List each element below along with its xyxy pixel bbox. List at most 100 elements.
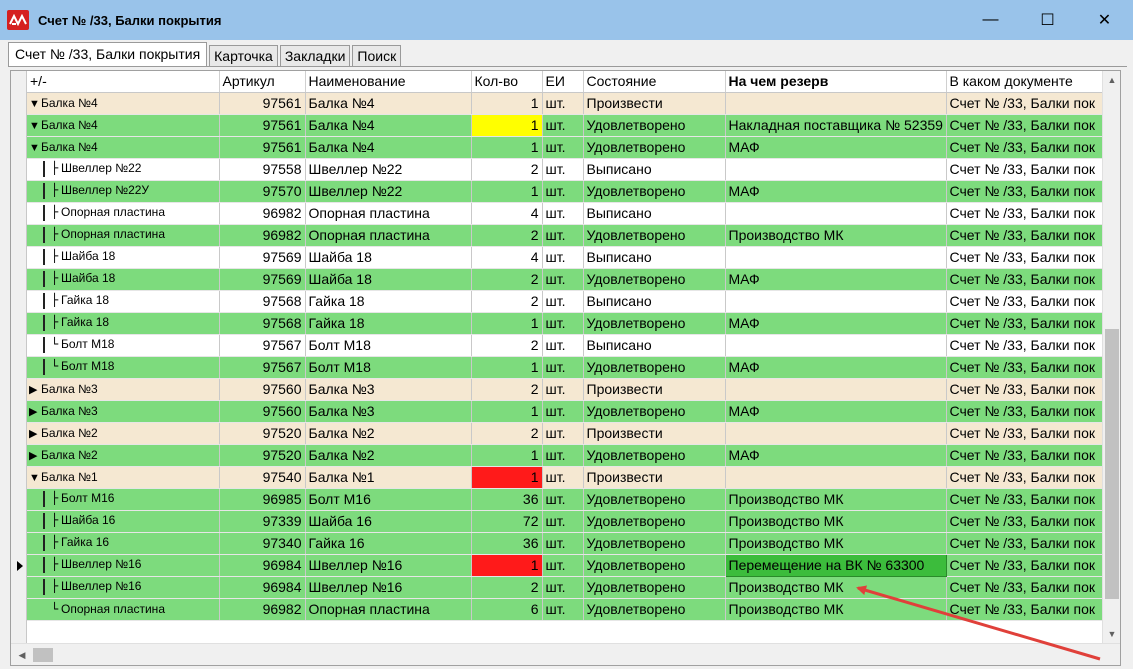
article-cell[interactable]: 97560: [219, 378, 306, 401]
qty-cell[interactable]: 72: [471, 510, 543, 533]
name-cell[interactable]: Шайба 18: [305, 246, 472, 269]
tree-cell[interactable]: ├ Опорная пластина: [27, 202, 220, 225]
article-cell[interactable]: 97520: [219, 422, 306, 445]
unit-cell[interactable]: шт.: [542, 114, 584, 137]
table-row[interactable]: ├ Опорная пластина 96982 Опорная пластина…: [27, 202, 1103, 225]
col-header-reserve[interactable]: На чем резерв: [725, 71, 947, 93]
name-cell[interactable]: Балка №3: [305, 378, 472, 401]
state-cell[interactable]: Удовлетворено: [583, 312, 726, 335]
reserve-cell[interactable]: [725, 92, 947, 115]
qty-cell[interactable]: 1: [471, 466, 543, 489]
vertical-scroll-thumb[interactable]: [1105, 329, 1119, 599]
table-row-selected[interactable]: ├ Швеллер №16 96984 Швеллер №16 1 шт. Удо…: [27, 553, 1103, 577]
unit-cell[interactable]: шт.: [542, 576, 584, 599]
tree-cell[interactable]: ▶ Балка №3: [27, 400, 220, 423]
tree-cell[interactable]: ▶ Балка №3: [27, 378, 220, 401]
expanded-triangle-icon[interactable]: ▼: [29, 98, 41, 110]
qty-cell[interactable]: 2: [471, 576, 543, 599]
reserve-cell[interactable]: Производство МК: [725, 224, 947, 247]
name-cell[interactable]: Балка №3: [305, 400, 472, 423]
document-cell[interactable]: Счет № /33, Балки пок: [946, 312, 1103, 335]
unit-cell[interactable]: шт.: [542, 532, 584, 555]
table-row[interactable]: ▼Балка №4 97561 Балка №4 1 шт. Удовлетво…: [27, 114, 1103, 137]
qty-cell[interactable]: 1: [471, 92, 543, 115]
name-cell[interactable]: Гайка 16: [305, 532, 472, 555]
state-cell[interactable]: Выписано: [583, 202, 726, 225]
state-cell[interactable]: Выписано: [583, 290, 726, 313]
col-header-state[interactable]: Состояние: [583, 71, 726, 93]
unit-cell[interactable]: шт.: [542, 202, 584, 225]
name-cell[interactable]: Гайка 18: [305, 312, 472, 335]
state-cell[interactable]: Удовлетворено: [583, 444, 726, 467]
reserve-cell[interactable]: [725, 378, 947, 401]
table-row[interactable]: ▼Балка №1 97540 Балка №1 1 шт. Произвест…: [27, 466, 1103, 489]
state-cell[interactable]: Удовлетворено: [583, 268, 726, 291]
article-cell[interactable]: 96982: [219, 598, 306, 621]
name-cell[interactable]: Швеллер №16: [305, 554, 472, 577]
qty-cell[interactable]: 2: [471, 378, 543, 401]
article-cell[interactable]: 96984: [219, 576, 306, 599]
document-cell[interactable]: Счет № /33, Балки пок: [946, 488, 1103, 511]
unit-cell[interactable]: шт.: [542, 444, 584, 467]
unit-cell[interactable]: шт.: [542, 246, 584, 269]
unit-cell[interactable]: шт.: [542, 488, 584, 511]
document-cell[interactable]: Счет № /33, Балки пок: [946, 444, 1103, 467]
name-cell[interactable]: Балка №4: [305, 92, 472, 115]
article-cell[interactable]: 97569: [219, 246, 306, 269]
reserve-cell[interactable]: [725, 202, 947, 225]
document-cell[interactable]: Счет № /33, Балки пок: [946, 532, 1103, 555]
state-cell[interactable]: Удовлетворено: [583, 356, 726, 379]
collapsed-triangle-icon[interactable]: ▶: [29, 383, 41, 396]
reserve-cell[interactable]: [725, 290, 947, 313]
unit-cell[interactable]: шт.: [542, 356, 584, 379]
maximize-button[interactable]: ☐: [1019, 0, 1076, 40]
tree-cell[interactable]: ├ Швеллер №16: [27, 554, 220, 577]
state-cell[interactable]: Удовлетворено: [583, 400, 726, 423]
col-header-name[interactable]: Наименование: [305, 71, 472, 93]
tree-cell[interactable]: ▼Балка №4: [27, 136, 220, 159]
article-cell[interactable]: 97558: [219, 158, 306, 181]
name-cell[interactable]: Балка №1: [305, 466, 472, 489]
unit-cell[interactable]: шт.: [542, 268, 584, 291]
article-cell[interactable]: 97339: [219, 510, 306, 533]
red-logo-icon[interactable]: [7, 10, 29, 30]
unit-cell[interactable]: шт.: [542, 290, 584, 313]
state-cell[interactable]: Удовлетворено: [583, 136, 726, 159]
document-cell[interactable]: Счет № /33, Балки пок: [946, 334, 1103, 357]
reserve-cell[interactable]: Производство МК: [725, 598, 947, 621]
table-row[interactable]: └ Болт М18 97567 Болт М18 2 шт. Выписано …: [27, 334, 1103, 357]
table-row[interactable]: ├ Шайба 18 97569 Шайба 18 2 шт. Удовлетво…: [27, 268, 1103, 291]
table-row[interactable]: ├ Шайба 16 97339 Шайба 16 72 шт. Удовлетв…: [27, 510, 1103, 533]
article-cell[interactable]: 97568: [219, 312, 306, 335]
state-cell[interactable]: Произвести: [583, 466, 726, 489]
reserve-cell[interactable]: [725, 158, 947, 181]
name-cell[interactable]: Шайба 18: [305, 268, 472, 291]
reserve-cell[interactable]: [725, 334, 947, 357]
name-cell[interactable]: Балка №4: [305, 114, 472, 137]
col-header-article[interactable]: Артикул: [219, 71, 306, 93]
reserve-cell[interactable]: Производство МК: [725, 510, 947, 533]
table-row[interactable]: ├ Гайка 16 97340 Гайка 16 36 шт. Удовлетв…: [27, 532, 1103, 555]
name-cell[interactable]: Опорная пластина: [305, 224, 472, 247]
col-header-qty[interactable]: Кол-во: [471, 71, 543, 93]
reserve-cell[interactable]: МАФ: [725, 312, 947, 335]
article-cell[interactable]: 97561: [219, 136, 306, 159]
unit-cell[interactable]: шт.: [542, 92, 584, 115]
name-cell[interactable]: Болт М16: [305, 488, 472, 511]
article-cell[interactable]: 97561: [219, 92, 306, 115]
article-cell[interactable]: 96985: [219, 488, 306, 511]
table-row[interactable]: ├ Швеллер №16 96984 Швеллер №16 2 шт. Удо…: [27, 576, 1103, 599]
tab-bookmarks[interactable]: Закладки: [279, 45, 351, 66]
qty-cell[interactable]: 1: [471, 356, 543, 379]
state-cell[interactable]: Удовлетворено: [583, 532, 726, 555]
tree-cell[interactable]: ├ Гайка 18: [27, 312, 220, 335]
unit-cell[interactable]: шт.: [542, 180, 584, 203]
qty-cell[interactable]: 1: [471, 114, 543, 137]
name-cell[interactable]: Балка №2: [305, 444, 472, 467]
reserve-cell-focused[interactable]: Перемещение на ВК № 63300: [724, 553, 947, 577]
table-row[interactable]: ├ Болт М16 96985 Болт М16 36 шт. Удовлетв…: [27, 488, 1103, 511]
name-cell[interactable]: Опорная пластина: [305, 202, 472, 225]
name-cell[interactable]: Швеллер №22: [305, 180, 472, 203]
document-cell[interactable]: Счет № /33, Балки пок: [946, 378, 1103, 401]
reserve-cell[interactable]: МАФ: [725, 268, 947, 291]
